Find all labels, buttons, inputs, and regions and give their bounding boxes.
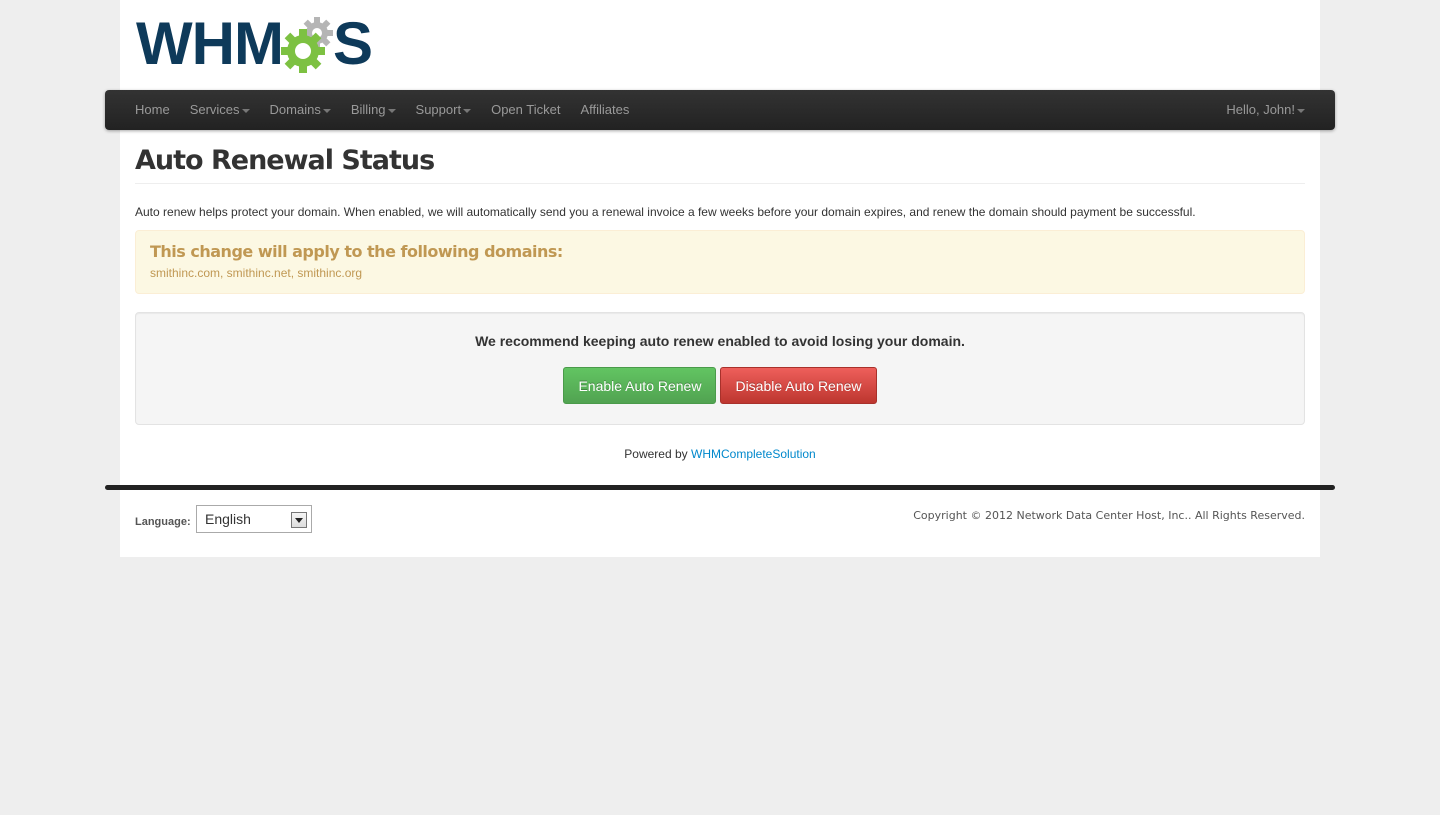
logo-text-left: WHM: [136, 10, 284, 77]
nav-item-billing[interactable]: Billing: [341, 90, 406, 130]
nav-item-home[interactable]: Home: [125, 90, 180, 130]
nav-item-services[interactable]: Services: [180, 90, 260, 130]
intro-text: Auto renew helps protect your domain. Wh…: [135, 205, 1196, 219]
powered-by-prefix: Powered by: [624, 447, 688, 461]
nav-item-support[interactable]: Support: [406, 90, 482, 130]
button-row: Enable Auto Renew Disable Auto Renew: [136, 367, 1304, 404]
alert-heading: This change will apply to the following …: [150, 242, 563, 261]
chevron-down-icon: [322, 109, 331, 113]
alert-domain-list: smithinc.com, smithinc.net, smithinc.org: [150, 266, 363, 280]
nav-item-label: Services: [189, 102, 240, 117]
chevron-down-icon: [387, 109, 396, 113]
dropdown-arrow-icon[interactable]: [291, 512, 307, 528]
chevron-down-icon: [1297, 109, 1305, 113]
enable-auto-renew-button[interactable]: Enable Auto Renew: [563, 367, 717, 404]
whmcs-logo[interactable]: WHM S: [136, 10, 373, 77]
nav-item-label: Support: [415, 102, 462, 117]
nav-item-label: Affiliates: [580, 102, 630, 117]
nav-item-open-ticket[interactable]: Open Ticket: [481, 90, 570, 130]
logo-text-right: S: [332, 10, 373, 77]
footer: Language: English Copyright © 2012 Netwo…: [135, 505, 1305, 535]
user-menu[interactable]: Hello, John!: [1216, 90, 1315, 130]
user-greeting: Hello, John!: [1226, 102, 1295, 117]
nav-item-label: Domains: [269, 102, 321, 117]
nav-item-affiliates[interactable]: Affiliates: [570, 90, 639, 130]
chevron-down-icon: [463, 109, 472, 113]
language-select[interactable]: English: [196, 505, 312, 533]
chevron-down-icon: [241, 109, 250, 113]
copyright-text: Copyright © 2012 Network Data Center Hos…: [913, 509, 1305, 522]
gear-logo-icon: [280, 17, 333, 73]
page-container: WHM S Auto Renewal Status Auto renew hel…: [120, 0, 1320, 557]
top-navbar: Home Services Domains Billing Support Op…: [105, 90, 1335, 130]
disable-auto-renew-button[interactable]: Disable Auto Renew: [720, 367, 877, 404]
powered-by-link[interactable]: WHMCompleteSolution: [691, 447, 816, 461]
nav-item-label: Billing: [350, 102, 386, 117]
nav-item-domains[interactable]: Domains: [260, 90, 341, 130]
recommendation-text: We recommend keeping auto renew enabled …: [475, 333, 965, 349]
language-label: Language:: [135, 516, 191, 528]
powered-by: Powered by WHMCompleteSolution: [135, 447, 1305, 461]
page-title: Auto Renewal Status: [135, 130, 1305, 184]
language-value: English: [205, 511, 251, 527]
domains-alert: This change will apply to the following …: [135, 230, 1305, 294]
nav-item-label: Home: [135, 102, 170, 117]
main-content: Auto Renewal Status Auto renew helps pro…: [135, 130, 1305, 461]
footer-divider: [105, 485, 1335, 490]
auto-renew-panel: We recommend keeping auto renew enabled …: [135, 312, 1305, 425]
nav-item-label: Open Ticket: [491, 102, 561, 117]
